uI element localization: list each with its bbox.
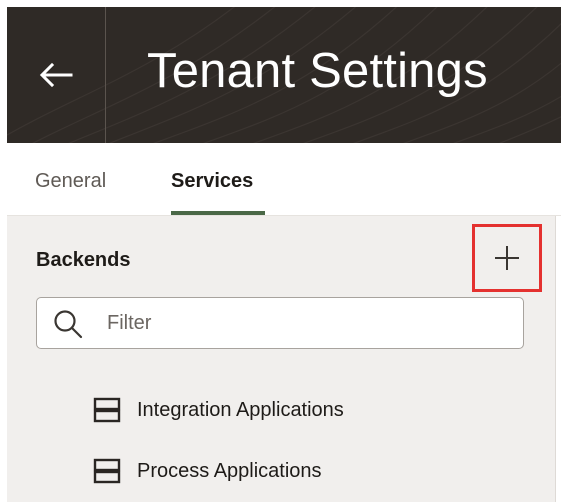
arrow-left-icon bbox=[39, 62, 73, 88]
backend-item-label: Process Applications bbox=[137, 459, 322, 482]
tenant-settings-window: Tenant Settings General Services Backend… bbox=[7, 7, 561, 502]
backends-panel: Backends Integration Applications bbox=[7, 216, 555, 502]
filter-input[interactable] bbox=[107, 308, 507, 338]
tab-general[interactable]: General bbox=[35, 170, 106, 193]
plus-icon bbox=[495, 246, 519, 270]
server-icon bbox=[93, 397, 121, 423]
backend-item-integration-applications[interactable]: Integration Applications bbox=[93, 393, 344, 427]
server-icon bbox=[93, 458, 121, 484]
page-header: Tenant Settings bbox=[7, 7, 561, 143]
page-title: Tenant Settings bbox=[147, 44, 488, 98]
panel-divider bbox=[555, 216, 556, 502]
backend-item-label: Integration Applications bbox=[137, 398, 344, 421]
backend-item-process-applications[interactable]: Process Applications bbox=[93, 454, 322, 488]
add-backend-button[interactable] bbox=[472, 224, 542, 292]
selected-tab-indicator bbox=[171, 211, 265, 215]
search-icon bbox=[54, 310, 83, 339]
header-divider bbox=[105, 7, 106, 143]
tab-services[interactable]: Services bbox=[171, 170, 253, 193]
back-button[interactable] bbox=[7, 7, 105, 143]
tab-bar: General Services bbox=[7, 143, 561, 216]
filter-field[interactable] bbox=[36, 297, 524, 349]
backends-heading: Backends bbox=[36, 249, 131, 271]
